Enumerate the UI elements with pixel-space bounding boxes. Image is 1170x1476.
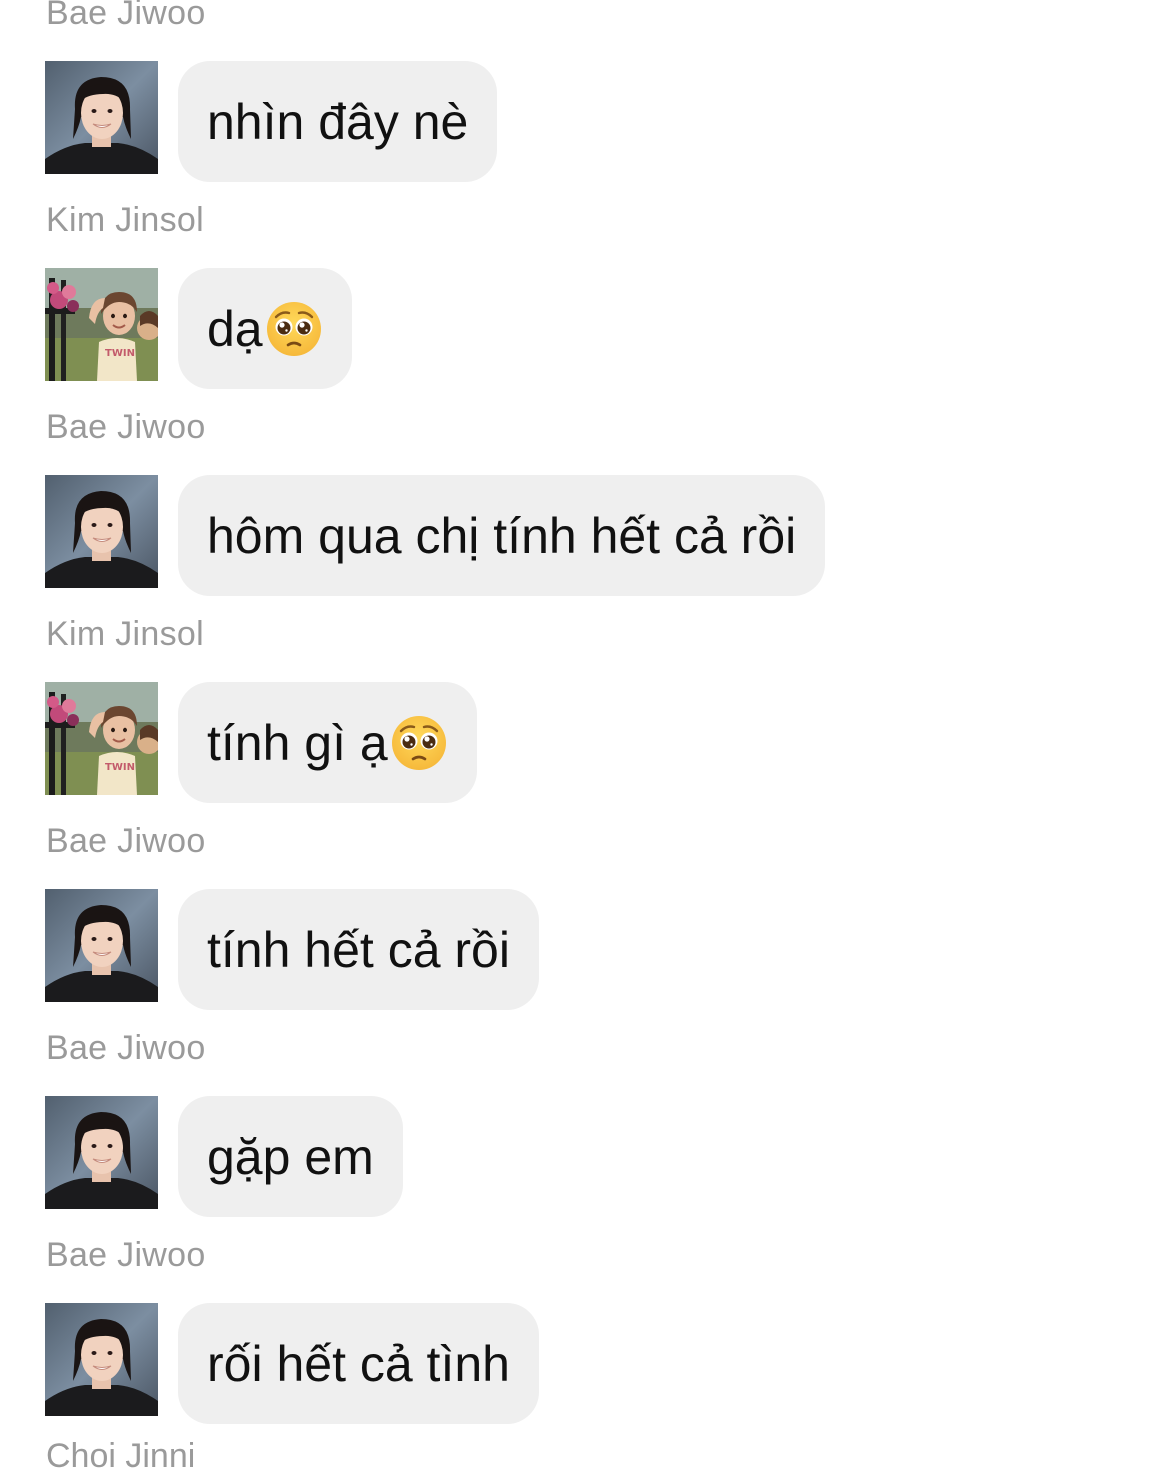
kim-jinsol-avatar[interactable] [45, 268, 158, 381]
message-row: Bae Jiwoo rối hết cả tình [0, 1236, 1170, 1456]
message-row: Bae Jiwoo gặp em [0, 1029, 1170, 1249]
message-text: hôm qua chị tính hết cả rồi [207, 507, 797, 564]
sender-name[interactable]: Kim Jinsol [46, 200, 204, 240]
sender-name[interactable]: Bae Jiwoo [46, 0, 206, 33]
message-bubble[interactable]: dạ [178, 268, 352, 389]
bae-jiwoo-avatar[interactable] [45, 889, 158, 1002]
message-text: tính gì ạ [207, 714, 388, 771]
bae-jiwoo-avatar[interactable] [45, 475, 158, 588]
kim-jinsol-avatar[interactable] [45, 682, 158, 795]
sender-name[interactable]: Bae Jiwoo [46, 1028, 206, 1068]
message-bubble[interactable]: gặp em [178, 1096, 403, 1217]
message-text: nhìn đây nè [207, 93, 469, 150]
bae-jiwoo-avatar[interactable] [45, 1096, 158, 1209]
sender-name[interactable]: Kim Jinsol [46, 614, 204, 654]
sender-name[interactable]: Bae Jiwoo [46, 407, 206, 447]
pleading-face-icon [390, 714, 448, 772]
sender-name[interactable]: Bae Jiwoo [46, 1235, 206, 1275]
message-text: dạ [207, 300, 263, 357]
message-bubble[interactable]: hôm qua chị tính hết cả rồi [178, 475, 826, 596]
message-bubble[interactable]: tính gì ạ [178, 682, 477, 803]
message-text: tính hết cả rồi [207, 921, 510, 978]
sender-name[interactable]: Choi Jinni [46, 1436, 195, 1476]
sender-name[interactable]: Bae Jiwoo [46, 821, 206, 861]
message-row: Bae Jiwoo nhìn đây nè [0, 0, 1170, 214]
message-bubble[interactable]: tính hết cả rồi [178, 889, 539, 1010]
bae-jiwoo-avatar[interactable] [45, 1303, 158, 1416]
message-row: Bae Jiwoo tính hết cả rồi [0, 822, 1170, 1042]
message-bubble[interactable]: rối hết cả tình [178, 1303, 539, 1424]
message-row: Kim Jinsol tính gì ạ [0, 615, 1170, 835]
message-row: Kim Jinsol dạ [0, 201, 1170, 421]
chat-thread[interactable]: Bae Jiwoo nhìn đây nè Kim Jinsol dạ Bae … [0, 0, 1170, 1476]
message-bubble[interactable]: nhìn đây nè [178, 61, 498, 182]
bae-jiwoo-avatar[interactable] [45, 61, 158, 174]
message-text: gặp em [207, 1128, 374, 1185]
message-text: rối hết cả tình [207, 1335, 510, 1392]
message-row: Bae Jiwoo hôm qua chị tính hết cả rồi [0, 408, 1170, 628]
pleading-face-icon [265, 300, 323, 358]
